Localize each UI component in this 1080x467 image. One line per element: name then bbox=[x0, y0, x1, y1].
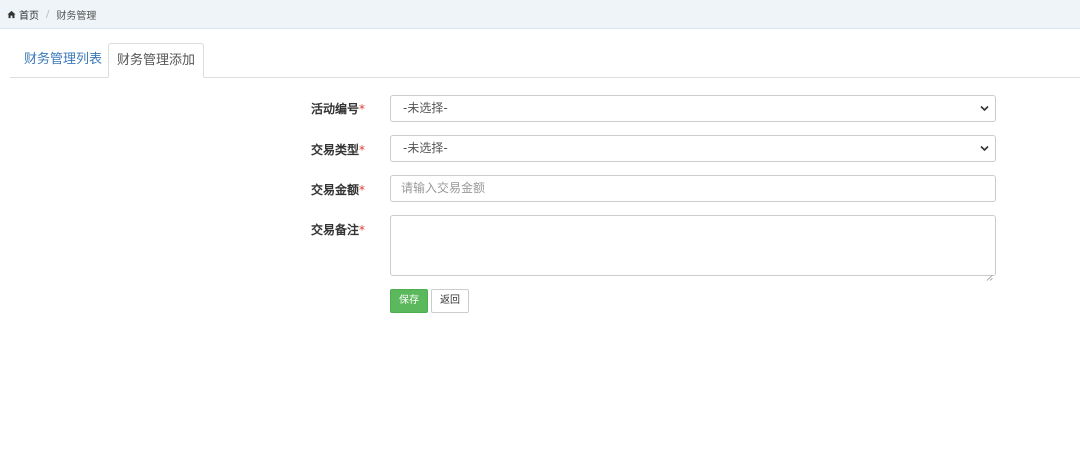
activity-number-label: 活动编号* bbox=[280, 100, 365, 117]
required-mark: * bbox=[359, 102, 365, 116]
breadcrumb-current: 财务管理 bbox=[56, 10, 97, 22]
save-button[interactable]: 保存 bbox=[390, 289, 428, 313]
transaction-amount-label: 交易金额* bbox=[280, 181, 365, 198]
back-button[interactable]: 返回 bbox=[431, 289, 469, 313]
breadcrumb-home-link[interactable]: 首页 bbox=[19, 7, 39, 22]
activity-number-label-text: 活动编号 bbox=[310, 102, 359, 116]
transaction-note-textarea[interactable] bbox=[390, 215, 996, 281]
required-mark: * bbox=[359, 183, 365, 197]
tab-bar: 财务管理列表 财务管理添加 bbox=[10, 43, 1080, 78]
transaction-amount-label-text: 交易金额 bbox=[310, 183, 359, 197]
tab-finance-add[interactable]: 财务管理添加 bbox=[108, 43, 204, 78]
transaction-amount-placeholder: 请输入交易金额 bbox=[401, 181, 486, 195]
transaction-type-select[interactable]: -未选择- bbox=[390, 135, 996, 162]
transaction-note-label: 交易备注* bbox=[280, 221, 365, 238]
activity-number-select-value: -未选择- bbox=[403, 101, 448, 115]
required-mark: * bbox=[359, 223, 365, 237]
tab-finance-list[interactable]: 财务管理列表 bbox=[10, 43, 116, 77]
chevron-down-icon bbox=[980, 145, 989, 152]
activity-number-select[interactable]: -未选择- bbox=[390, 95, 996, 122]
breadcrumb-separator: / bbox=[46, 8, 50, 20]
chevron-down-icon bbox=[980, 105, 989, 112]
transaction-type-select-value: -未选择- bbox=[403, 141, 448, 155]
transaction-type-label-text: 交易类型 bbox=[310, 143, 359, 157]
breadcrumb: 首页 / 财务管理 bbox=[0, 0, 1080, 29]
resize-grip-icon[interactable] bbox=[986, 266, 993, 281]
transaction-amount-input[interactable]: 请输入交易金额 bbox=[390, 175, 996, 202]
transaction-type-label: 交易类型* bbox=[280, 141, 365, 158]
required-mark: * bbox=[359, 143, 365, 157]
transaction-note-label-text: 交易备注 bbox=[310, 223, 359, 237]
home-icon[interactable] bbox=[7, 10, 16, 19]
